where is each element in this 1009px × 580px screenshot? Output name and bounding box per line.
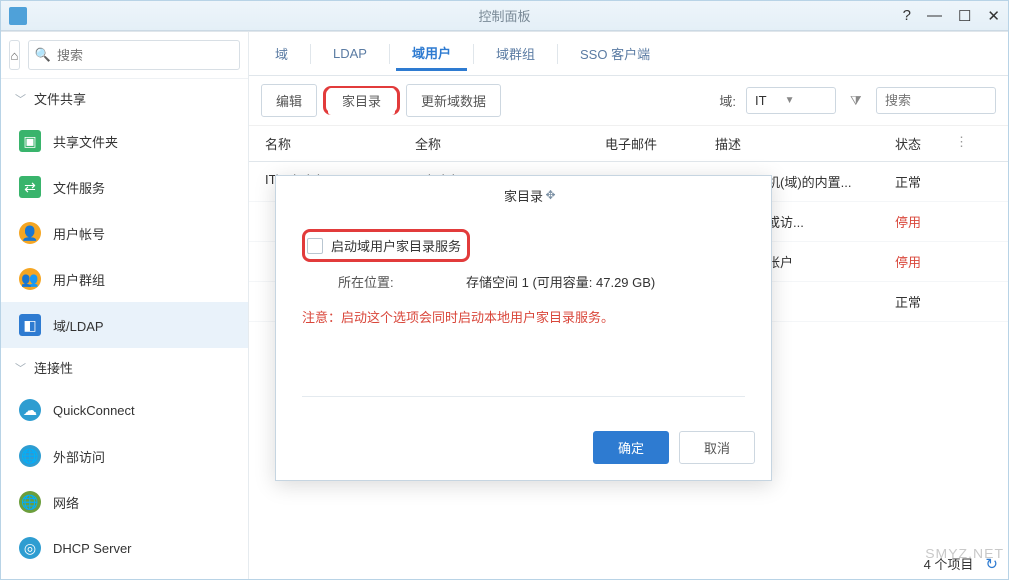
titlebar: 控制面板 ? — ☐ ✕ [1,1,1008,31]
home-button[interactable]: ⌂ [9,40,20,70]
enable-home-checkbox[interactable] [307,238,323,254]
group-icon: 👥 [19,268,41,290]
move-icon: ✥ [546,188,556,202]
refresh-domain-button[interactable]: 更新域数据 [406,84,501,117]
sidebar-search-input[interactable] [57,48,233,63]
dialog-title[interactable]: 家目录 ✥ [276,176,771,215]
cell-status: 停用 [891,252,951,271]
sidebar-item-network[interactable]: 🌐 网络 [1,479,248,525]
col-status[interactable]: 状态 [891,134,951,153]
cell-status: 正常 [891,172,951,191]
tab-ldap[interactable]: LDAP [317,40,383,67]
enable-home-label: 启动域用户家目录服务 [331,236,461,255]
sidebar-item-domain-ldap[interactable]: ◧ 域/LDAP [1,302,248,348]
maximize-icon[interactable]: ☐ [958,7,971,25]
domain-label: 域: [719,91,736,110]
sidebar-search[interactable]: 🔍 [28,40,240,70]
app-icon [9,7,27,25]
tab-domain[interactable]: 域 [259,38,304,69]
sidebar-section-fileshare[interactable]: ﹀ 文件共享 [1,79,248,118]
search-icon: 🔍 [35,47,51,63]
col-name[interactable]: 名称 [261,134,411,153]
home-dir-button[interactable]: 家目录 [328,88,395,115]
tab-bar: 域 LDAP 域用户 域群组 SSO 客户端 [249,32,1008,76]
col-full[interactable]: 全称 [411,134,601,153]
sidebar-item-user-group[interactable]: 👥 用户群组 [1,256,248,302]
cell-status: 正常 [891,292,951,311]
chevron-down-icon: ▼ [785,95,795,106]
dhcp-icon: ◎ [19,537,41,559]
sidebar-item-user-account[interactable]: 👤 用户帐号 [1,210,248,256]
edit-button[interactable]: 编辑 [261,84,317,117]
file-service-icon: ⇄ [19,176,41,198]
location-label: 所在位置: [338,272,458,291]
highlight-home-dir: 家目录 [323,86,400,115]
sidebar: ⌂ 🔍 ﹀ 文件共享 ▣ 共享文件夹 ⇄ 文件服务 👤 用户帐号 [1,32,249,579]
toolbar-search-input[interactable] [876,87,996,114]
tab-domain-groups[interactable]: 域群组 [480,38,551,69]
dialog-warning: 注意：启动这个选项会同时启动本地用户家目录服务。 [302,297,745,326]
ldap-icon: ◧ [19,314,41,336]
col-desc[interactable]: 描述 [711,134,891,153]
tab-sso[interactable]: SSO 客户端 [564,38,666,69]
help-icon[interactable]: ? [903,7,911,24]
cloud-icon: ☁ [19,399,41,421]
col-more-icon[interactable]: ⋮ [951,134,971,153]
tab-domain-users[interactable]: 域用户 [396,37,467,71]
chevron-down-icon: ﹀ [15,91,26,107]
user-icon: 👤 [19,222,41,244]
network-icon: 🌐 [19,491,41,513]
ok-button[interactable]: 确定 [593,431,669,464]
domain-select[interactable]: IT ▼ [746,87,836,114]
window-title: 控制面板 [478,6,530,25]
sidebar-item-external-access[interactable]: 🌐 外部访问 [1,433,248,479]
cancel-button[interactable]: 取消 [679,431,755,464]
folder-icon: ▣ [19,130,41,152]
cell-status: 停用 [891,212,951,231]
sidebar-section-connectivity[interactable]: ﹀ 连接性 [1,348,248,387]
sidebar-item-dhcp[interactable]: ◎ DHCP Server [1,525,248,571]
watermark: SMYZ.NET [925,545,1004,560]
filter-icon[interactable]: ⧩ [850,93,866,109]
sidebar-item-file-service[interactable]: ⇄ 文件服务 [1,164,248,210]
sidebar-item-shared-folder[interactable]: ▣ 共享文件夹 [1,118,248,164]
domain-select-value: IT [755,93,767,108]
globe-icon: 🌐 [19,445,41,467]
minimize-icon[interactable]: — [927,7,942,24]
toolbar: 编辑 家目录 更新域数据 域: IT ▼ ⧩ [249,76,1008,126]
close-icon[interactable]: ✕ [987,7,1000,25]
home-dir-dialog: 家目录 ✥ 启动域用户家目录服务 所在位置: 存储空间 1 (可用容量: 47.… [275,175,772,481]
col-email[interactable]: 电子邮件 [601,134,711,153]
table-header: 名称 全称 电子邮件 描述 状态 ⋮ [249,126,1008,162]
location-value: 存储空间 1 (可用容量: 47.29 GB) [466,272,655,291]
sidebar-item-quickconnect[interactable]: ☁ QuickConnect [1,387,248,433]
highlight-enable-checkbox: 启动域用户家目录服务 [302,229,470,262]
chevron-down-icon: ﹀ [15,360,26,376]
